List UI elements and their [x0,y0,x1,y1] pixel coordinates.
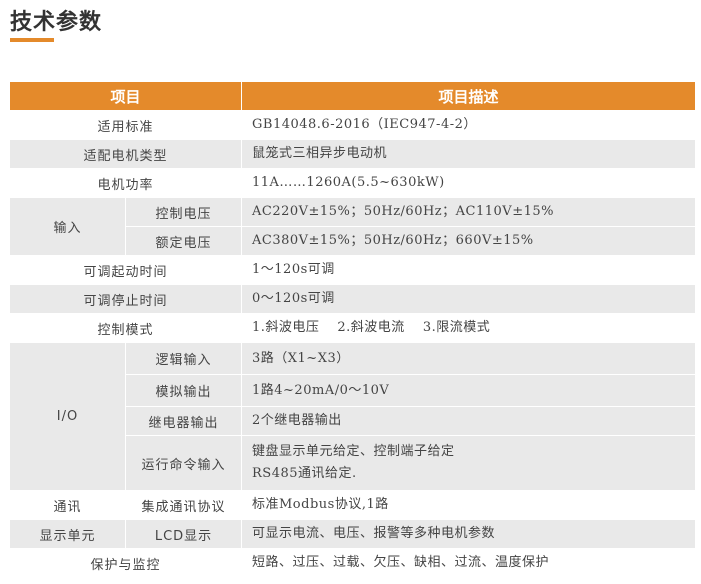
row-label-display: 显示单元 [10,520,126,549]
row-sublabel-display: LCD显示 [126,520,242,549]
table-row: 适配电机类型 鼠笼式三相异步电动机 [10,140,696,169]
row-label-start-time: 可调起动时间 [10,256,242,285]
run-command-line: RS485通讯给定. [252,466,357,481]
header-description: 项目描述 [242,82,696,111]
page-title: 技术参数 [10,10,103,35]
row-value-rated-voltage: AC380V±15%；50Hz/60Hz；660V±15% [242,227,696,256]
control-mode-option: 2.斜波电流 [337,320,405,335]
title-underline [10,38,54,42]
control-mode-option: 3.限流模式 [422,320,491,335]
table-row: 电机功率 11A……1260A(5.5~630kW) [10,169,696,198]
row-sublabel-analog-output: 模拟输出 [126,375,242,407]
row-value-relay-output: 2个继电器输出 [242,407,696,436]
row-label-comm: 通讯 [10,491,126,520]
row-sublabel-comm: 集成通讯协议 [126,491,242,520]
row-value-motor-power: 11A……1260A(5.5~630kW) [242,169,696,198]
row-value-logic-input: 3路（X1~X3） [242,343,696,375]
row-value-start-time: 1～120s可调 [242,256,696,285]
row-value-comm: 标准Modbus协议,1路 [242,491,696,520]
table-row: 保护与监控 短路、过压、过载、欠压、缺相、过流、温度保护 [10,549,696,578]
table-row: 输入 控制电压 AC220V±15%；50Hz/60Hz；AC110V±15% [10,198,696,256]
table-header-row: 项目 项目描述 [10,82,696,111]
row-value-protection: 短路、过压、过载、欠压、缺相、过流、温度保护 [242,549,696,578]
table-row: 可调停止时间 0～120s可调 [10,285,696,314]
header-item: 项目 [10,82,242,111]
row-sublabel-rated-voltage: 额定电压 [126,227,242,256]
table-row: 显示单元 LCD显示 可显示电流、电压、报警等多种电机参数 [10,520,696,549]
row-sublabel-relay-output: 继电器输出 [126,407,242,436]
table-row: I/O 逻辑输入 3路（X1~X3） [10,343,696,491]
row-value-analog-output: 1路4~20mA/0～10V [242,375,696,407]
control-mode-option: 1.斜波电压 [252,320,320,335]
row-label-control-mode: 控制模式 [10,314,242,343]
row-label-stop-time: 可调停止时间 [10,285,242,314]
row-value-control-voltage: AC220V±15%；50Hz/60Hz；AC110V±15% [242,198,696,227]
table-row: 控制模式 1.斜波电压 2.斜波电流 3.限流模式 [10,314,696,343]
table-row: 适用标准 GB14048.6-2016（IEC947-4-2） [10,111,696,140]
row-label-motor-type: 适配电机类型 [10,140,242,169]
row-value-display: 可显示电流、电压、报警等多种电机参数 [242,520,696,549]
row-value-stop-time: 0～120s可调 [242,285,696,314]
run-command-line: 键盘显示单元给定、控制端子给定 [252,444,455,459]
row-value-run-command: 键盘显示单元给定、控制端子给定 RS485通讯给定. [242,436,696,491]
row-sublabel-logic-input: 逻辑输入 [126,343,242,375]
row-value-standard: GB14048.6-2016（IEC947-4-2） [242,111,696,140]
row-value-control-mode: 1.斜波电压 2.斜波电流 3.限流模式 [242,314,696,343]
spec-table: 项目 项目描述 适用标准 GB14048.6-2016（IEC947-4-2） … [10,82,696,578]
row-label-standard: 适用标准 [10,111,242,140]
row-label-protection: 保护与监控 [10,549,242,578]
row-label-motor-power: 电机功率 [10,169,242,198]
row-sublabel-control-voltage: 控制电压 [126,198,242,227]
row-sublabel-run-command: 运行命令输入 [126,436,242,491]
table-row: 通讯 集成通讯协议 标准Modbus协议,1路 [10,491,696,520]
row-label-input: 输入 [10,198,126,256]
row-value-motor-type: 鼠笼式三相异步电动机 [242,140,696,169]
table-row: 可调起动时间 1～120s可调 [10,256,696,285]
row-label-io: I/O [10,343,126,491]
